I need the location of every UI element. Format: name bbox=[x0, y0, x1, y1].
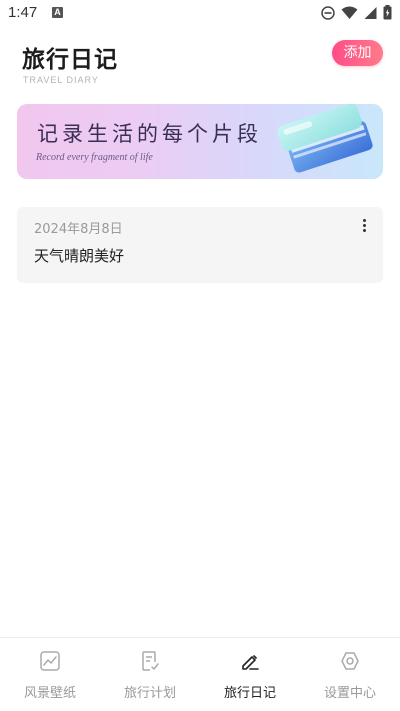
nav-label: 设置中心 bbox=[323, 686, 376, 701]
page-subtitle: TRAVEL DIARY bbox=[23, 75, 99, 85]
notification-icon: A bbox=[52, 7, 63, 18]
more-dot bbox=[362, 218, 366, 222]
nav-item-settings[interactable]: 设置中心 bbox=[300, 638, 400, 711]
more-dot bbox=[362, 228, 366, 232]
nav-label: 旅行日记 bbox=[223, 686, 276, 701]
nav-item-plan[interactable]: 旅行计划 bbox=[100, 638, 200, 711]
banner: 记录生活的每个片段 Record every fragment of life bbox=[17, 104, 383, 179]
bottom-nav: 风景壁纸 旅行计划 旅行日记 设置中心 bbox=[0, 637, 400, 711]
nav-item-diary[interactable]: 旅行日记 bbox=[200, 638, 300, 711]
wifi-icon bbox=[341, 6, 358, 19]
diary-date: 2024年8月8日 bbox=[34, 222, 123, 237]
more-dot bbox=[362, 223, 366, 227]
edit-diary-icon bbox=[242, 654, 259, 670]
nav-label: 旅行计划 bbox=[123, 686, 176, 701]
add-button[interactable]: 添加 bbox=[332, 40, 383, 66]
do-not-disturb-icon bbox=[321, 5, 335, 20]
banner-title: 记录生活的每个片段 bbox=[37, 122, 262, 146]
banner-subtitle: Record every fragment of life bbox=[36, 152, 153, 163]
wallpaper-icon bbox=[40, 651, 60, 671]
nav-item-wallpaper[interactable]: 风景壁纸 bbox=[0, 638, 100, 711]
more-options-button[interactable] bbox=[357, 217, 371, 233]
page-title: 旅行日记 bbox=[22, 47, 118, 73]
signal-icon bbox=[364, 6, 377, 19]
diary-book-illustration bbox=[277, 104, 373, 173]
nav-label: 风景壁纸 bbox=[23, 686, 76, 701]
status-time: 1:47 bbox=[8, 4, 38, 21]
settings-icon bbox=[341, 652, 359, 670]
diary-content: 天气晴朗美好 bbox=[34, 247, 125, 265]
battery-icon bbox=[383, 5, 392, 20]
plan-icon bbox=[142, 651, 159, 671]
diary-entry-card[interactable]: 2024年8月8日 天气晴朗美好 bbox=[17, 207, 383, 283]
status-icons bbox=[321, 5, 392, 20]
status-bar: 1:47 A bbox=[0, 0, 400, 28]
